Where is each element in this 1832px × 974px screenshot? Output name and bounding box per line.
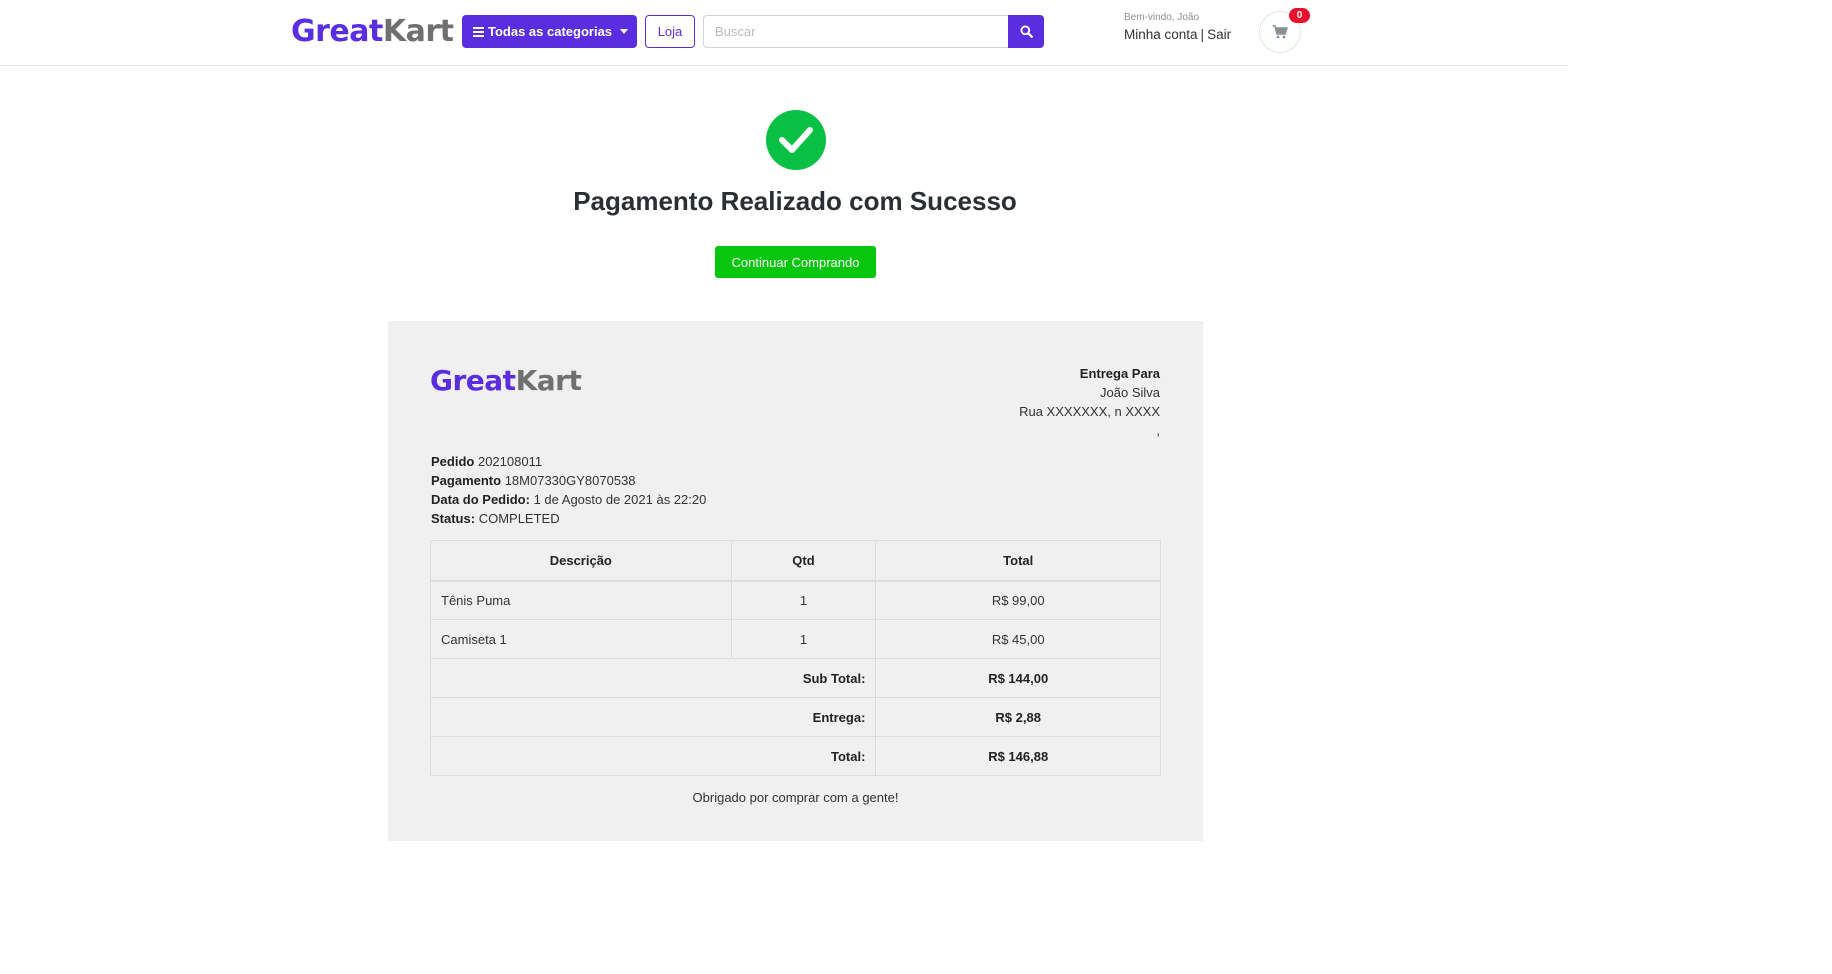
table-row: Tênis Puma 1 R$ 99,00	[430, 580, 1161, 620]
shipping-value: R$ 2,88	[875, 697, 1161, 737]
cart-count-badge: 0	[1289, 8, 1310, 23]
ship-city: ,	[1156, 423, 1160, 438]
continue-shopping-button[interactable]: Continuar Comprando	[715, 246, 876, 278]
ship-name: João Silva	[1100, 385, 1160, 400]
ship-title: Entrega Para	[1079, 366, 1160, 381]
shipping-address: Entrega Para João Silva Rua XXXXXXX, n X…	[1019, 364, 1160, 440]
column-header-total: Total	[875, 540, 1161, 582]
top-header: GreatKart Todas as categorias Loja Bem-v…	[0, 0, 1568, 66]
item-qty: 1	[730, 619, 877, 659]
page-title: Pagamento Realizado com Sucesso	[573, 186, 1017, 216]
order-value: 202108011	[477, 454, 543, 469]
logout-link[interactable]: Sair	[1207, 27, 1231, 42]
logo-great-text: Great	[291, 14, 383, 49]
caret-down-icon	[620, 29, 629, 34]
search-input[interactable]	[703, 15, 1009, 48]
total-value: R$ 146,88	[875, 736, 1161, 776]
item-total: R$ 45,00	[875, 619, 1161, 659]
invoice-logo-kart-text: Kart	[515, 364, 582, 397]
order-label: Pedido	[431, 454, 475, 469]
thank-you-message: Obrigado por comprar com a gente!	[692, 790, 899, 805]
separator: |	[1200, 27, 1205, 42]
column-header-qty: Qtd	[730, 540, 877, 582]
subtotal-value: R$ 144,00	[875, 658, 1161, 698]
item-total: R$ 99,00	[875, 580, 1161, 620]
my-account-link[interactable]: Minha conta	[1124, 27, 1198, 42]
ship-address: Rua XXXXXXX, n XXXX	[1019, 404, 1160, 419]
shop-button[interactable]: Loja	[645, 15, 695, 48]
status-value: COMPLETED	[478, 511, 560, 526]
table-row: Camiseta 1 1 R$ 45,00	[430, 619, 1161, 659]
logo-kart-text: Kart	[382, 14, 454, 49]
cart-icon	[1272, 25, 1288, 39]
shipping-label: Entrega:	[429, 697, 877, 737]
item-qty: 1	[730, 580, 877, 620]
invoice-card: GreatKart Entrega Para João Silva Rua XX…	[388, 321, 1203, 841]
all-categories-dropdown-button[interactable]: Todas as categorias	[462, 15, 637, 48]
site-logo[interactable]: GreatKart	[291, 13, 454, 51]
welcome-text: Bem-vindo, João	[1124, 12, 1200, 23]
search-icon	[1019, 25, 1033, 38]
search-button[interactable]	[1008, 15, 1044, 48]
total-label: Total:	[429, 736, 877, 776]
item-description: Camiseta 1	[430, 619, 732, 659]
categories-label: Todas as categorias	[488, 24, 613, 39]
invoice-logo: GreatKart	[430, 363, 582, 399]
date-value: 1 de Agosto de 2021 às 22:20	[533, 492, 707, 507]
order-info: Pedido 202108011 Pagamento 18M07330GY807…	[431, 452, 706, 528]
account-links: Minha conta | Sair	[1124, 27, 1231, 42]
total-row: Total: R$ 146,88	[429, 736, 1161, 776]
invoice-logo-great-text: Great	[430, 364, 516, 397]
item-description: Tênis Puma	[430, 580, 732, 620]
subtotal-row: Sub Total: R$ 144,00	[429, 658, 1161, 698]
check-mark-icon	[779, 127, 813, 153]
bars-icon	[473, 25, 484, 39]
subtotal-label: Sub Total:	[429, 658, 877, 698]
check-circle-icon	[766, 110, 826, 170]
status-label: Status:	[431, 511, 476, 526]
date-label: Data do Pedido:	[431, 492, 530, 507]
table-header-row: Descrição Qtd Total	[430, 540, 1161, 582]
payment-value: 18M07330GY8070538	[504, 473, 636, 488]
order-items-table: Descrição Qtd Total Tênis Puma 1 R$ 99,0…	[429, 540, 1161, 776]
column-header-description: Descrição	[430, 540, 732, 582]
payment-label: Pagamento	[431, 473, 502, 488]
shipping-row: Entrega: R$ 2,88	[429, 697, 1161, 737]
